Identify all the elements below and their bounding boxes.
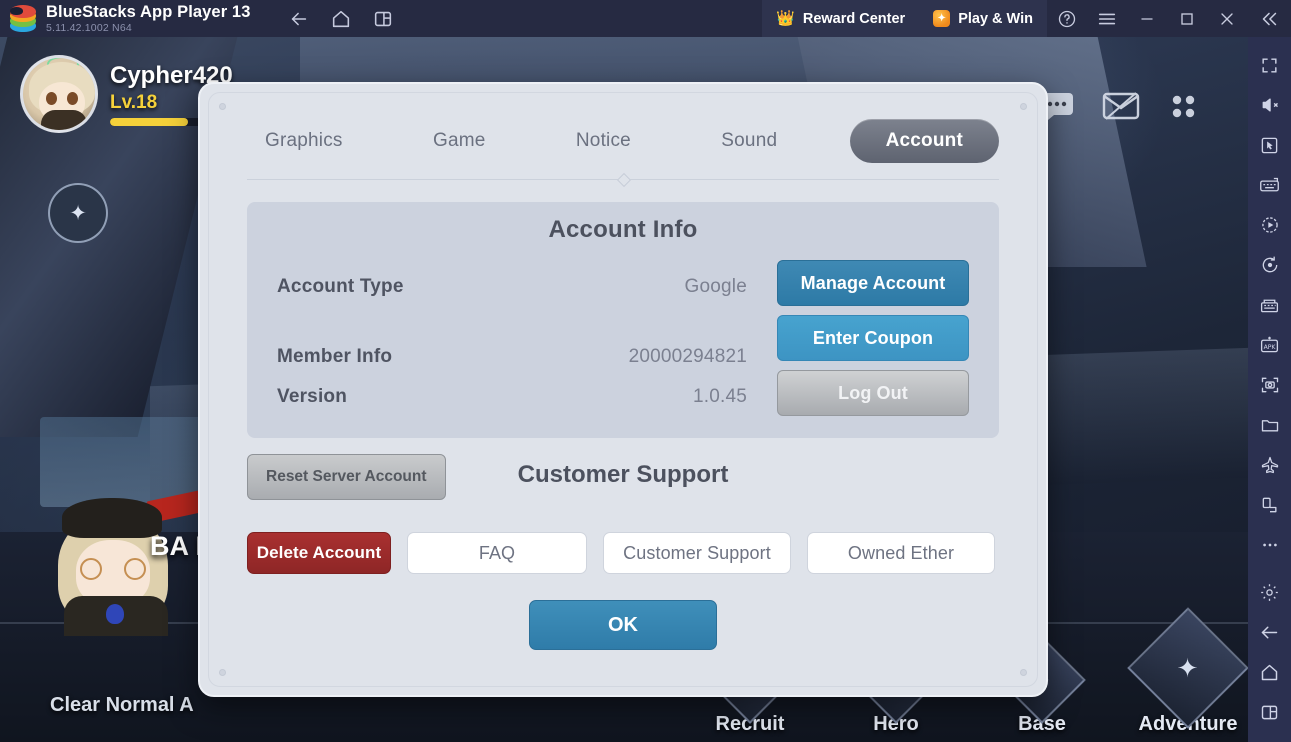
account-row-account-type: Account Type Google xyxy=(277,276,747,298)
row-label: Account Type xyxy=(277,276,404,297)
tab-graphics[interactable]: Graphics xyxy=(247,121,361,161)
media-folder-icon[interactable] xyxy=(1248,405,1291,445)
bluestacks-sidebar: APK xyxy=(1248,37,1291,742)
home-icon[interactable] xyxy=(328,6,354,32)
minimize-icon[interactable] xyxy=(1127,0,1167,37)
maximize-icon[interactable] xyxy=(1167,0,1207,37)
account-row-version: Version 1.0.45 xyxy=(277,386,747,408)
customer-support-title: Customer Support xyxy=(517,461,729,488)
reward-center-label: Reward Center xyxy=(802,10,906,27)
multi-instance-manager-icon[interactable] xyxy=(1248,285,1291,325)
play-and-win-label: Play & Win xyxy=(958,10,1033,27)
rotate-screen-icon[interactable] xyxy=(1248,485,1291,525)
tab-game[interactable]: Game xyxy=(415,121,504,161)
titlebar-nav-group xyxy=(286,6,396,32)
tab-notice[interactable]: Notice xyxy=(558,121,649,161)
close-icon[interactable] xyxy=(1207,0,1247,37)
recent-apps-icon[interactable] xyxy=(1248,692,1291,732)
account-info-panel: Account Info Account Type Google Member … xyxy=(247,202,999,438)
app-title: BlueStacks App Player 13 xyxy=(46,2,251,21)
macro-record-icon[interactable] xyxy=(1248,245,1291,285)
event-badge-icon[interactable]: ✦ xyxy=(48,183,108,243)
faq-button[interactable]: FAQ xyxy=(407,532,587,574)
airplane-mode-icon[interactable] xyxy=(1248,445,1291,485)
avatar-eye xyxy=(67,92,78,105)
corner-dot xyxy=(1020,669,1027,676)
row-label: Version xyxy=(277,386,348,407)
support-button-row: Delete Account FAQ Customer Support Owne… xyxy=(247,532,999,574)
character-brooch xyxy=(106,604,124,624)
fullscreen-icon[interactable] xyxy=(1248,45,1291,85)
hamburger-menu-icon[interactable] xyxy=(1087,0,1127,37)
settings-dialog: Graphics Game Notice Sound Account Accou… xyxy=(198,82,1048,697)
tab-sound[interactable]: Sound xyxy=(703,121,795,161)
mute-icon[interactable] xyxy=(1248,85,1291,125)
titlebar: BlueStacks App Player 13 5.11.42.1002 N6… xyxy=(0,0,1291,37)
row-value: 20000294821 xyxy=(628,346,747,367)
account-action-buttons: Manage Account Enter Coupon Log Out xyxy=(777,260,969,425)
reward-center-button[interactable]: 👑 Reward Center xyxy=(762,0,920,37)
quest-text: Clear Normal A xyxy=(50,694,194,716)
screenshot-icon[interactable] xyxy=(1248,365,1291,405)
manage-account-button[interactable]: Manage Account xyxy=(777,260,969,306)
customer-support-button[interactable]: Customer Support xyxy=(603,532,791,574)
window-controls xyxy=(1047,0,1291,37)
coin-badge-icon: ✦ xyxy=(933,10,951,27)
row-value: Google xyxy=(684,276,747,297)
owned-ether-button[interactable]: Owned Ether xyxy=(807,532,995,574)
corner-dot xyxy=(1020,103,1027,110)
account-info-grid: Account Type Google Member Info 20000294… xyxy=(277,260,969,430)
more-options-icon[interactable] xyxy=(1248,525,1291,565)
account-row-member-info: Member Info 20000294821 xyxy=(277,346,747,368)
avatar-body xyxy=(41,110,87,130)
home-icon[interactable] xyxy=(1248,652,1291,692)
ok-button[interactable]: OK xyxy=(529,600,717,650)
back-icon[interactable] xyxy=(286,6,312,32)
apps-grid-icon[interactable] xyxy=(1168,91,1198,126)
crown-icon: 👑 xyxy=(776,10,795,27)
app-title-block: BlueStacks App Player 13 5.11.42.1002 N6… xyxy=(46,2,251,34)
install-apk-icon[interactable]: APK xyxy=(1248,325,1291,365)
enter-coupon-button[interactable]: Enter Coupon xyxy=(777,315,969,361)
bluestacks-logo-icon xyxy=(10,4,36,32)
bottom-nav-item-adventure[interactable]: ✦ Adventure xyxy=(1127,607,1248,736)
help-circle-icon[interactable] xyxy=(1047,0,1087,37)
multi-instance-icon[interactable] xyxy=(370,6,396,32)
settings-gear-icon[interactable] xyxy=(1248,572,1291,612)
play-and-win-button[interactable]: ✦ Play & Win xyxy=(919,0,1047,37)
support-header-row: Reset Server Account Customer Support xyxy=(247,454,999,504)
settings-dialog-body: Graphics Game Notice Sound Account Accou… xyxy=(208,92,1038,687)
game-top-right-icons xyxy=(1040,91,1198,126)
character-hat xyxy=(62,498,162,538)
double-chevron-left-icon[interactable] xyxy=(1247,0,1291,37)
settings-tabs: Graphics Game Notice Sound Account xyxy=(209,93,1037,163)
bluestacks-window: Cypher420 Lv.18 ✦ 54/81 + 514.610 + 4.22… xyxy=(0,0,1291,742)
svg-text:APK: APK xyxy=(1264,344,1277,351)
character-glasses-icon xyxy=(80,558,146,580)
corner-dot xyxy=(219,669,226,676)
tab-account[interactable]: Account xyxy=(849,119,999,163)
macro-play-icon[interactable] xyxy=(1248,205,1291,245)
ok-button-wrap: OK xyxy=(209,600,1037,650)
app-version: 5.11.42.1002 N64 xyxy=(46,22,132,34)
row-label: Member Info xyxy=(277,346,393,367)
compass-icon: ✦ xyxy=(1127,607,1248,729)
cursor-pointer-icon[interactable] xyxy=(1248,125,1291,165)
avatar-eye xyxy=(46,92,57,105)
character-portrait[interactable] xyxy=(20,486,220,636)
log-out-button[interactable]: Log Out xyxy=(777,370,969,416)
corner-dot xyxy=(219,103,226,110)
tabs-divider xyxy=(247,179,999,180)
account-info-title: Account Info xyxy=(548,216,698,243)
delete-account-button[interactable]: Delete Account xyxy=(247,532,391,574)
keymapping-icon[interactable] xyxy=(1248,165,1291,205)
back-icon[interactable] xyxy=(1248,612,1291,652)
mail-icon[interactable] xyxy=(1102,91,1140,126)
player-avatar[interactable] xyxy=(20,55,98,133)
row-value: 1.0.45 xyxy=(692,386,747,407)
